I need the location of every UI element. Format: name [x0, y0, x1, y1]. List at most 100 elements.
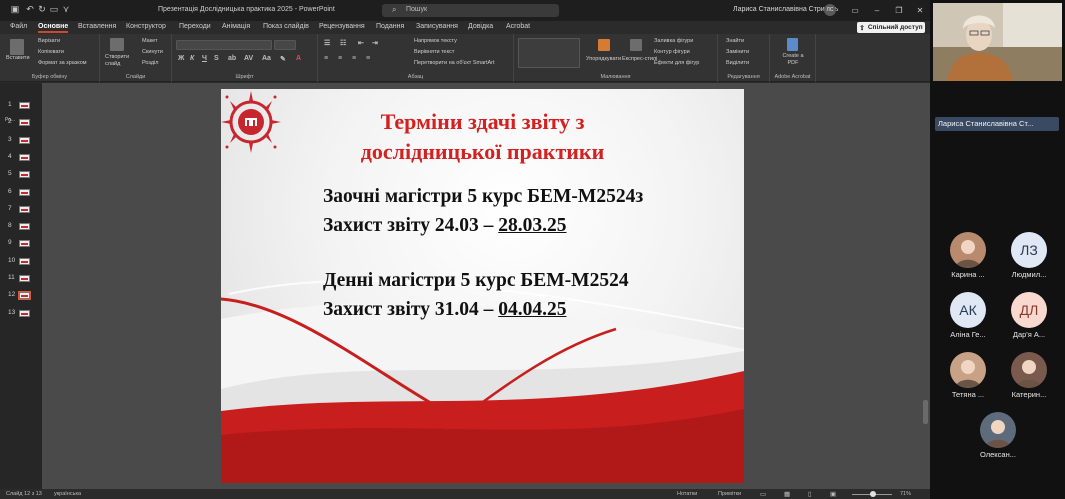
zoom-slider-handle[interactable] — [870, 491, 876, 497]
slide-thumbnail[interactable] — [19, 205, 30, 213]
find-button[interactable]: Знайти — [726, 38, 744, 44]
new-slide-icon[interactable] — [110, 38, 124, 51]
arrange-icon[interactable] — [598, 39, 610, 51]
increase-indent-button[interactable]: ⇥ — [372, 39, 378, 47]
highlight-button[interactable]: ✎ — [280, 55, 286, 63]
shadow-button[interactable]: S — [214, 55, 219, 62]
slide-thumbnail[interactable] — [19, 240, 30, 248]
strikethrough-button[interactable]: ab — [228, 55, 236, 62]
save-icon[interactable]: ▣ — [10, 4, 20, 15]
align-left-button[interactable]: ≡ — [324, 55, 328, 62]
tab-slideshow[interactable]: Показ слайдів — [263, 23, 309, 30]
paste-button[interactable]: Вставити — [6, 55, 30, 61]
cut-button[interactable]: Вирізати — [38, 38, 60, 44]
layout-button[interactable]: Макет — [142, 38, 158, 44]
normal-view-icon[interactable]: ▭ — [760, 490, 766, 498]
format-painter-button[interactable]: Формат за зразком — [38, 60, 87, 66]
slide-sorter-icon[interactable]: ▦ — [784, 490, 790, 498]
quick-styles-button[interactable]: Експрес-стилі — [622, 56, 657, 62]
current-slide[interactable]: Терміни здачі звіту з дослідницької прак… — [221, 89, 744, 483]
tab-view[interactable]: Подання — [376, 23, 404, 30]
tab-design[interactable]: Конструктор — [126, 23, 166, 30]
participant-tile[interactable]: Катерин... — [1004, 352, 1054, 399]
align-right-button[interactable]: ≡ — [352, 55, 356, 62]
italic-button[interactable]: К — [190, 55, 194, 62]
account-avatar[interactable]: ЛС — [824, 4, 836, 16]
slide-thumbnail[interactable] — [19, 188, 30, 196]
copy-button[interactable]: Копіювати — [38, 49, 64, 55]
select-button[interactable]: Виділити — [726, 60, 749, 66]
align-text-button[interactable]: Вирівняти текст — [414, 49, 454, 55]
replace-button[interactable]: Замінити — [726, 49, 749, 55]
section-button[interactable]: Розділ — [142, 60, 158, 66]
participant-tile[interactable]: Карина ... — [943, 232, 993, 279]
search-input[interactable]: ⌕ Пошук — [382, 4, 559, 17]
underline-button[interactable]: Ч — [202, 55, 207, 62]
new-slide-button[interactable]: Створити слайд — [105, 54, 133, 68]
text-direction-button[interactable]: Напрямок тексту — [414, 38, 457, 44]
bullets-button[interactable]: ☰ — [324, 39, 330, 47]
reset-button[interactable]: Скинути — [142, 49, 163, 55]
arrange-button[interactable]: Упорядкувати — [586, 56, 621, 62]
tab-help[interactable]: Довідка — [468, 23, 493, 30]
bold-button[interactable]: Ж — [178, 55, 184, 62]
quick-styles-icon[interactable] — [630, 39, 642, 51]
zoom-level[interactable]: 71% — [900, 491, 911, 497]
tab-transitions[interactable]: Переходи — [179, 23, 211, 30]
minimize-icon[interactable]: – — [870, 4, 884, 16]
tab-home[interactable]: Основне — [38, 23, 69, 33]
slide-thumbnail[interactable] — [18, 291, 31, 301]
slide-thumbnail[interactable] — [19, 102, 30, 109]
convert-smartart-button[interactable]: Перетворити на об'єкт SmartArt — [414, 60, 495, 66]
slide-thumbnail[interactable] — [19, 309, 30, 317]
shapes-gallery[interactable] — [518, 38, 580, 68]
shape-outline-button[interactable]: Контур фігури — [654, 49, 690, 55]
paste-icon[interactable] — [10, 39, 24, 55]
participant-tile[interactable]: АК Аліна Ге... — [943, 292, 993, 339]
slide-thumbnail[interactable] — [19, 119, 30, 127]
tab-acrobat[interactable]: Acrobat — [506, 23, 530, 30]
slide-thumbnail[interactable] — [19, 136, 30, 144]
decrease-indent-button[interactable]: ⇤ — [358, 39, 364, 47]
spacing-button[interactable]: AV — [244, 55, 253, 62]
ribbon-display-icon[interactable]: ▭ — [848, 4, 862, 16]
comments-button[interactable]: Примітки — [718, 491, 741, 497]
present-icon[interactable]: ▭ — [49, 4, 59, 15]
create-pdf-button[interactable]: Create a PDF — [780, 53, 806, 67]
slideshow-view-icon[interactable]: ▣ — [830, 490, 836, 498]
tab-insert[interactable]: Вставлення — [78, 23, 116, 30]
tab-file[interactable]: Файл — [10, 23, 27, 30]
font-name-select[interactable] — [176, 40, 272, 50]
reading-view-icon[interactable]: ▯ — [808, 490, 812, 498]
restore-icon[interactable]: ❐ — [892, 4, 906, 16]
notes-button[interactable]: Нотатки — [677, 491, 697, 497]
share-button[interactable]: ⇪ Спільний доступ — [857, 22, 925, 33]
shape-effects-button[interactable]: Ефекти для фігур — [654, 60, 699, 66]
slide-thumbnail[interactable] — [19, 257, 30, 265]
language-status[interactable]: українська — [54, 491, 81, 497]
participant-tile[interactable]: Олексан... — [973, 412, 1023, 459]
tab-review[interactable]: Рецензування — [319, 23, 365, 30]
canvas-scrollbar-thumb[interactable] — [923, 400, 928, 424]
shape-fill-button[interactable]: Заливка фігури — [654, 38, 693, 44]
tab-animations[interactable]: Анімація — [222, 23, 250, 30]
slide-thumbnail[interactable] — [19, 275, 30, 282]
create-pdf-icon[interactable] — [787, 38, 798, 51]
close-icon[interactable]: ✕ — [913, 4, 927, 16]
justify-button[interactable]: ≡ — [366, 55, 370, 62]
slide-thumbnail[interactable] — [19, 153, 30, 161]
redo-icon[interactable]: ↻ — [37, 4, 47, 15]
participant-tile[interactable]: ЛЗ Людмил... — [1004, 232, 1054, 279]
customize-quick-access-icon[interactable]: ⋎ — [61, 4, 71, 15]
host-video-tile[interactable] — [933, 3, 1062, 81]
tab-record[interactable]: Записування — [416, 23, 458, 30]
align-center-button[interactable]: ≡ — [338, 55, 342, 62]
participant-tile[interactable]: Тетяна ... — [943, 352, 993, 399]
undo-icon[interactable]: ↶ — [25, 4, 35, 15]
font-color-button[interactable]: A — [296, 55, 301, 62]
slide-thumbnail[interactable] — [19, 171, 30, 179]
change-case-button[interactable]: Aa — [262, 55, 271, 62]
font-size-select[interactable] — [274, 40, 296, 50]
slide-thumbnail[interactable] — [19, 223, 30, 231]
numbering-button[interactable]: ☷ — [340, 39, 346, 47]
